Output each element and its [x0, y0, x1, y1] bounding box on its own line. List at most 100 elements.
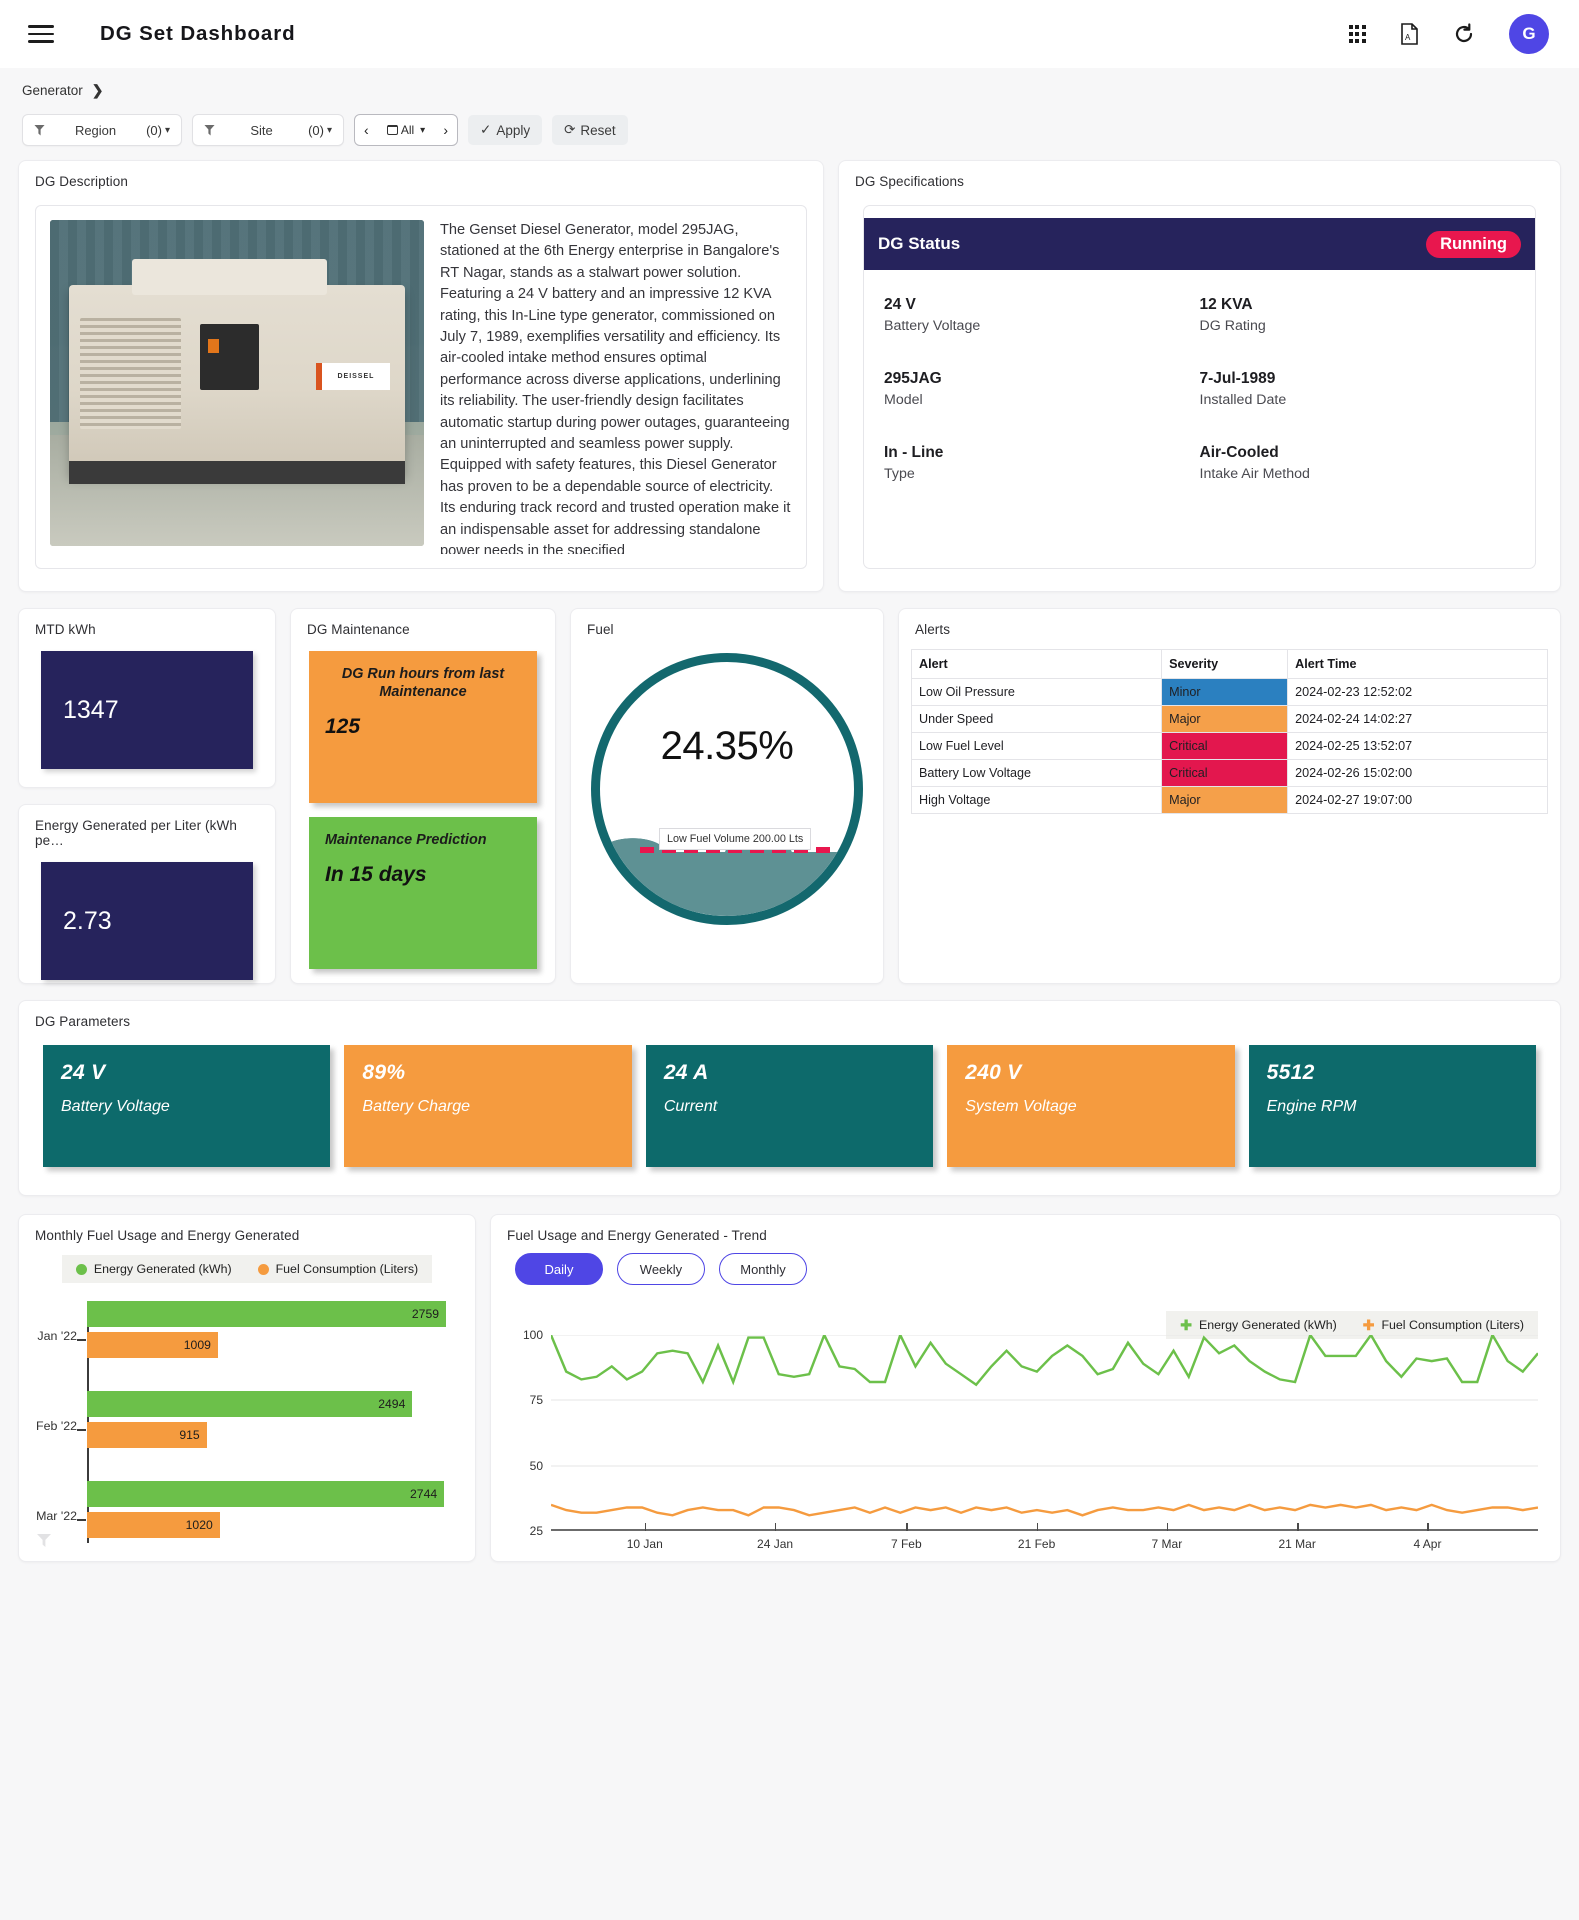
x-axis-tick	[1297, 1523, 1299, 1531]
date-prev-icon[interactable]: ‹	[364, 122, 369, 138]
date-range-selector[interactable]: ‹ All ▾ ›	[354, 114, 458, 146]
spec-value: 7-Jul-1989	[1199, 370, 1276, 387]
x-tick-label: 10 Jan	[626, 1537, 663, 1551]
alerts-card: Alerts Alert Severity Alert Time Low Oil…	[898, 608, 1561, 984]
dg-description-body: DEISSEL The Genset Diesel Generator, mod…	[35, 205, 807, 569]
chevron-right-icon: ❯	[91, 82, 104, 98]
legend-item-fuel: Fuel Consumption (Liters)	[257, 1262, 418, 1276]
alert-name: Battery Low Voltage	[910, 759, 1163, 787]
legend-label: Fuel Consumption (Liters)	[1381, 1318, 1524, 1332]
dg-description-text: The Genset Diesel Generator, model 295JA…	[440, 222, 791, 554]
x-axis-tick	[644, 1523, 647, 1531]
x-axis-tick	[906, 1523, 908, 1531]
x-tick-label: 24 Jan	[757, 1537, 794, 1551]
check-icon: ✓	[480, 122, 492, 137]
reset-button[interactable]: ⟳ Reset	[552, 115, 628, 145]
site-filter-count: (0)	[308, 122, 324, 138]
gauge-liquid-fill	[600, 851, 854, 916]
parameter-tile-battery-charge: 89% Battery Charge	[344, 1045, 632, 1167]
pdf-export-icon[interactable]: A	[1400, 23, 1419, 45]
spec-label: Model	[884, 392, 923, 408]
legend-item-energy: ✚ Energy Generated (kWh)	[1180, 1318, 1336, 1332]
alert-time: 2024-02-24 14:02:27	[1287, 705, 1548, 733]
alert-name: High Voltage	[910, 786, 1163, 814]
trend-chart-card: Fuel Usage and Energy Generated - Trend …	[490, 1214, 1561, 1562]
dg-maintenance-title: DG Maintenance	[307, 622, 410, 637]
category-label: Jan '22	[37, 1329, 77, 1343]
spec-value: In - Line	[884, 444, 944, 461]
table-row[interactable]: High Voltage Major 2024-02-27 19:07:00	[910, 786, 1548, 814]
axis-tick	[77, 1429, 86, 1431]
spec-item: 12 KVA DG Rating	[1200, 296, 1516, 334]
grid-apps-icon[interactable]	[1348, 25, 1366, 43]
severity-badge: Minor	[1161, 678, 1289, 706]
row-description-specifications: DG Description DEISSEL The Genset Diesel…	[0, 160, 1579, 592]
fuel-liquid-gauge: 24.35% Low Fuel Volume 200.00 Lts	[591, 653, 863, 925]
alert-name: Low Fuel Level	[910, 732, 1163, 760]
funnel-icon	[204, 124, 215, 136]
user-avatar[interactable]: G	[1509, 14, 1549, 54]
bar-energy: 2744	[87, 1481, 445, 1507]
chevron-down-icon: ▾	[420, 124, 426, 136]
refresh-small-icon: ⟳	[564, 122, 576, 137]
dg-specifications-body: DG Status Running 24 V Battery Voltage 1…	[863, 205, 1536, 569]
region-filter[interactable]: Region (0) ▾	[22, 114, 182, 146]
chevron-down-icon: ▾	[326, 124, 332, 136]
spec-label: Battery Voltage	[884, 318, 981, 334]
granularity-tabs: Daily Weekly Monthly	[491, 1243, 1560, 1285]
x-tick-label: 4 Apr	[1413, 1537, 1442, 1551]
bar-group-mar: Mar '22 2744 1020	[36, 1481, 461, 1557]
table-row[interactable]: Low Fuel Level Critical 2024-02-25 13:52…	[910, 732, 1548, 760]
alert-time: 2024-02-25 13:52:07	[1287, 732, 1548, 760]
monthly-chart-legend: Energy Generated (kWh) Fuel Consumption …	[61, 1255, 433, 1283]
apply-button[interactable]: ✓ Apply	[468, 115, 543, 145]
low-fuel-tooltip: Low Fuel Volume 200.00 Lts	[659, 828, 812, 851]
site-filter[interactable]: Site (0) ▾	[192, 114, 344, 146]
alerts-header-row: Alert Severity Alert Time	[910, 649, 1548, 679]
bar-fuel: 915	[87, 1422, 207, 1448]
row-kpi-maintenance-fuel-alerts: MTD kWh 1347 Energy Generated per Liter …	[0, 608, 1579, 984]
alert-name: Low Oil Pressure	[910, 678, 1163, 706]
dg-parameters-card: DG Parameters 24 V Battery Voltage 89% B…	[18, 1000, 1561, 1196]
tab-weekly[interactable]: Weekly	[617, 1253, 705, 1285]
bar-energy: 2494	[87, 1391, 413, 1417]
alert-time: 2024-02-26 15:02:00	[1287, 759, 1548, 787]
fuel-title: Fuel	[587, 622, 614, 637]
chevron-down-icon: ▾	[164, 124, 170, 136]
date-value-group[interactable]: All ▾	[386, 123, 426, 137]
legend-item-energy: Energy Generated (kWh)	[75, 1262, 232, 1276]
mtd-kwh-title: MTD kWh	[35, 622, 96, 637]
table-row[interactable]: Under Speed Major 2024-02-24 14:02:27	[910, 705, 1548, 733]
spec-label: Type	[884, 466, 915, 482]
tab-monthly[interactable]: Monthly	[719, 1253, 807, 1285]
funnel-icon	[34, 124, 45, 136]
breadcrumb-label: Generator	[22, 83, 83, 98]
spec-item: In - Line Type	[884, 444, 1200, 482]
spec-label: Installed Date	[1199, 392, 1287, 408]
table-row[interactable]: Low Oil Pressure Minor 2024-02-23 12:52:…	[910, 678, 1548, 706]
calendar-icon	[386, 124, 398, 135]
hamburger-menu-icon[interactable]	[28, 20, 54, 48]
alert-name: Under Speed	[910, 705, 1163, 733]
page-title: DG Set Dashboard	[100, 22, 296, 45]
dg-maintenance-card: DG Maintenance DG Run hours from last Ma…	[290, 608, 556, 984]
trend-line-svg	[551, 1335, 1538, 1531]
dg-status-header: DG Status Running	[864, 218, 1535, 270]
breadcrumb[interactable]: Generator ❯	[22, 82, 1557, 99]
spec-label: Intake Air Method	[1199, 466, 1310, 482]
x-axis-tick	[1166, 1523, 1169, 1531]
table-row[interactable]: Battery Low Voltage Critical 2024-02-26 …	[910, 759, 1548, 787]
refresh-icon[interactable]	[1453, 23, 1475, 45]
bar-value-label: 2759	[411, 1307, 440, 1321]
tab-daily[interactable]: Daily	[515, 1253, 603, 1285]
date-next-icon[interactable]: ›	[443, 122, 448, 138]
x-tick-label: 7 Mar	[1151, 1537, 1183, 1551]
parameter-label: Battery Voltage	[61, 1098, 170, 1115]
legend-swatch-icon	[257, 1263, 269, 1275]
bar-fuel: 1020	[87, 1512, 220, 1538]
parameter-label: System Voltage	[965, 1098, 1077, 1115]
monthly-chart-title: Monthly Fuel Usage and Energy Generated	[35, 1228, 300, 1243]
spec-item: Air-Cooled Intake Air Method	[1200, 444, 1516, 482]
maintenance-prediction-label: Maintenance Prediction	[325, 832, 487, 848]
bar-value-label: 2494	[378, 1397, 406, 1411]
